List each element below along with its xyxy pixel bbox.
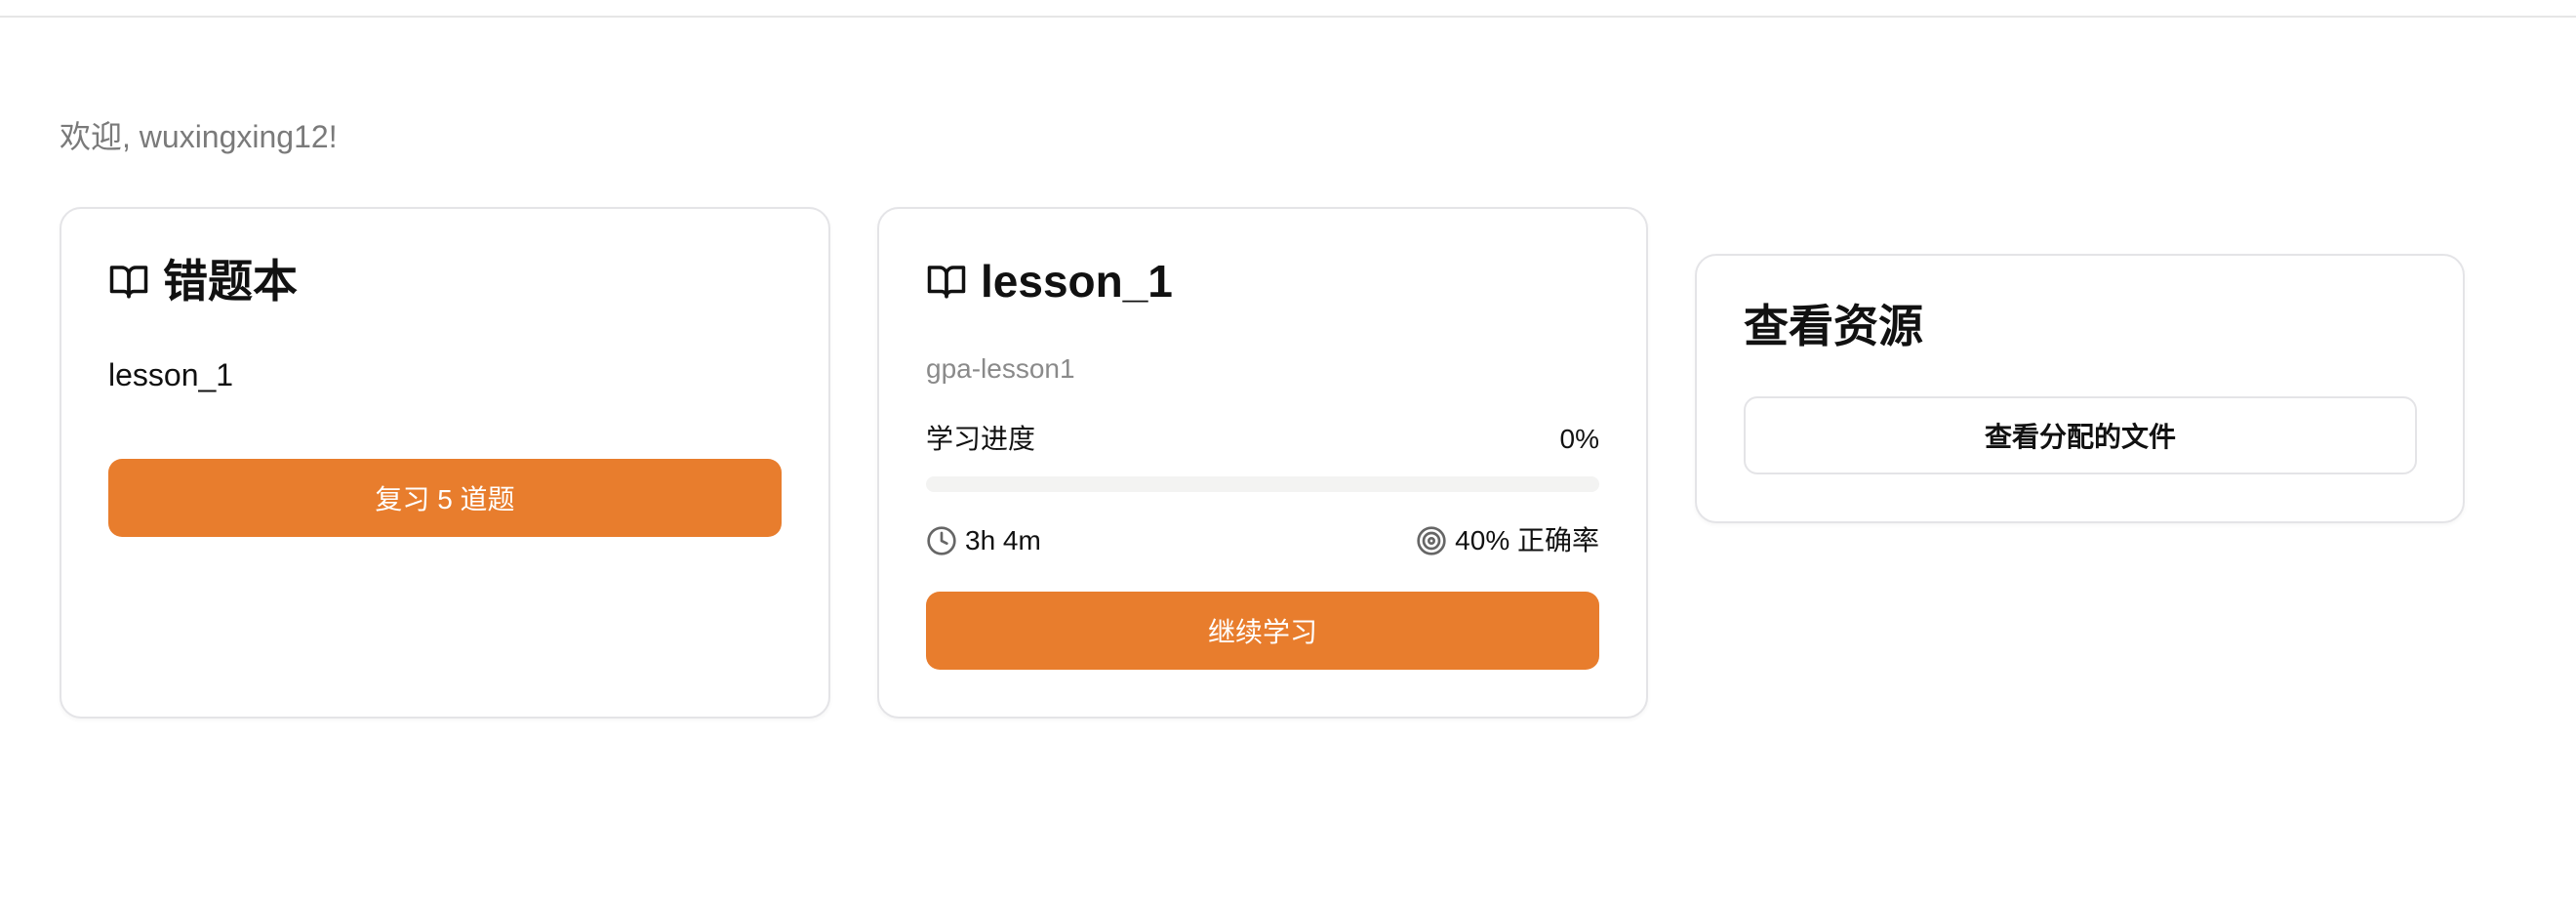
- top-bar: [0, 0, 2576, 18]
- mistakes-lesson-name: lesson_1: [108, 357, 234, 392]
- book-open-icon: [108, 261, 149, 302]
- mistakes-card-title: 错题本: [163, 256, 298, 307]
- lesson-card-header: lesson_1: [926, 252, 1173, 310]
- clock-icon: [927, 526, 956, 555]
- review-mistakes-button[interactable]: 复习 5 道题: [108, 459, 782, 537]
- accuracy-stat: 40% 正确率: [1416, 521, 1599, 560]
- stats-row: 3h 4m 40% 正确率: [926, 521, 1599, 560]
- resources-card: 查看资源 查看分配的文件: [1695, 254, 2465, 523]
- view-assigned-files-button[interactable]: 查看分配的文件: [1744, 396, 2417, 474]
- book-open-icon: [926, 261, 967, 302]
- time-spent-value: 3h 4m: [965, 525, 1041, 555]
- lesson-card: lesson_1 gpa-lesson1 学习进度 0% 3h 4m 40% 正…: [877, 207, 1648, 719]
- target-icon: [1417, 526, 1446, 555]
- mistakes-card-header: 错题本: [108, 252, 298, 310]
- lesson-subtitle: gpa-lesson1: [926, 353, 1075, 384]
- progress-row: 学习进度 0%: [926, 420, 1599, 459]
- progress-bar: [926, 476, 1599, 492]
- progress-label: 学习进度: [926, 424, 1036, 454]
- accuracy-value: 40% 正确率: [1455, 525, 1599, 555]
- resources-card-title: 查看资源: [1744, 301, 1923, 351]
- welcome-message: 欢迎, wuxingxing12!: [60, 119, 338, 154]
- time-spent-stat: 3h 4m: [926, 521, 1041, 560]
- mistakes-card: 错题本 lesson_1 复习 5 道题: [60, 207, 830, 719]
- lesson-card-title: lesson_1: [981, 256, 1173, 307]
- continue-learning-button[interactable]: 继续学习: [926, 592, 1599, 670]
- progress-value: 0%: [1559, 424, 1599, 454]
